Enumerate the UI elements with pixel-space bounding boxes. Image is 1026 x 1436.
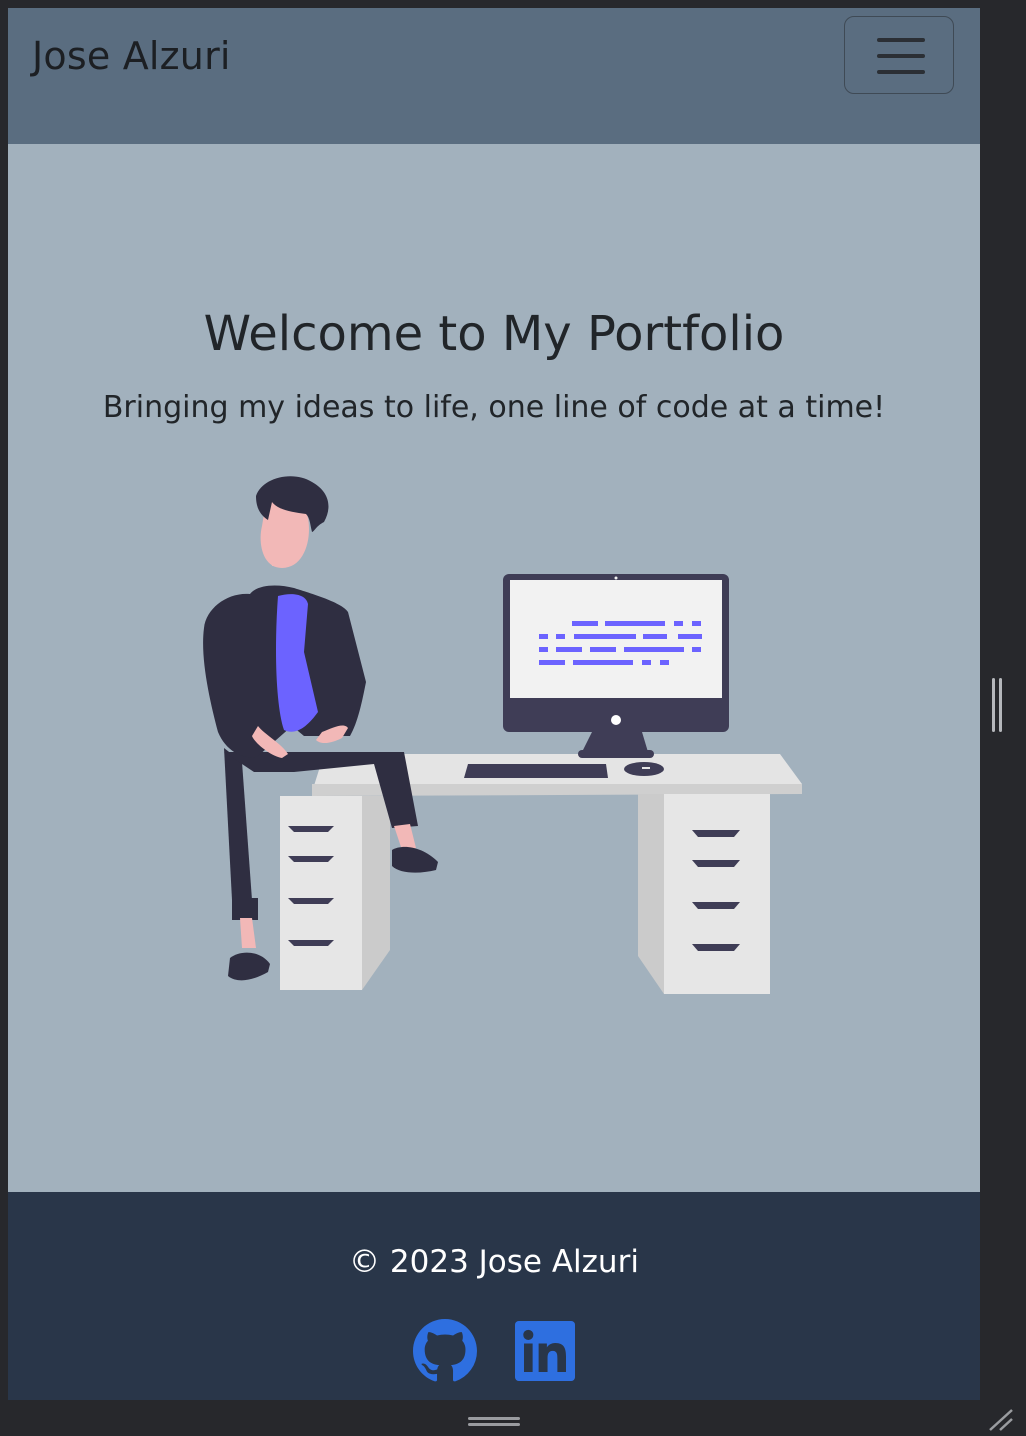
hero-section: Welcome to My Portfolio Bringing my idea…: [8, 144, 980, 1192]
linkedin-icon: [515, 1321, 575, 1381]
navbar: Jose Alzuri: [8, 8, 980, 144]
footer-copyright: © 2023 Jose Alzuri: [349, 1244, 639, 1280]
navbar-brand[interactable]: Jose Alzuri: [32, 34, 231, 78]
footer: © 2023 Jose Alzuri: [8, 1192, 980, 1400]
hero-subtitle: Bringing my ideas to life, one line of c…: [102, 390, 886, 425]
navbar-toggle-button[interactable]: [844, 16, 954, 94]
resize-corner-icon[interactable]: [986, 1406, 1014, 1432]
hero-title: Welcome to My Portfolio: [203, 306, 785, 362]
browser-viewport: Jose Alzuri Welcome to My Portfolio Brin…: [8, 8, 980, 1400]
linkedin-link[interactable]: [515, 1321, 575, 1385]
developer-sitting-on-desk-illustration: [203, 476, 802, 994]
bottom-resize-handle[interactable]: [468, 1415, 520, 1427]
github-link[interactable]: [413, 1319, 477, 1387]
github-icon: [413, 1319, 477, 1382]
side-resize-handle[interactable]: [990, 678, 1006, 732]
social-links: [8, 1319, 980, 1387]
